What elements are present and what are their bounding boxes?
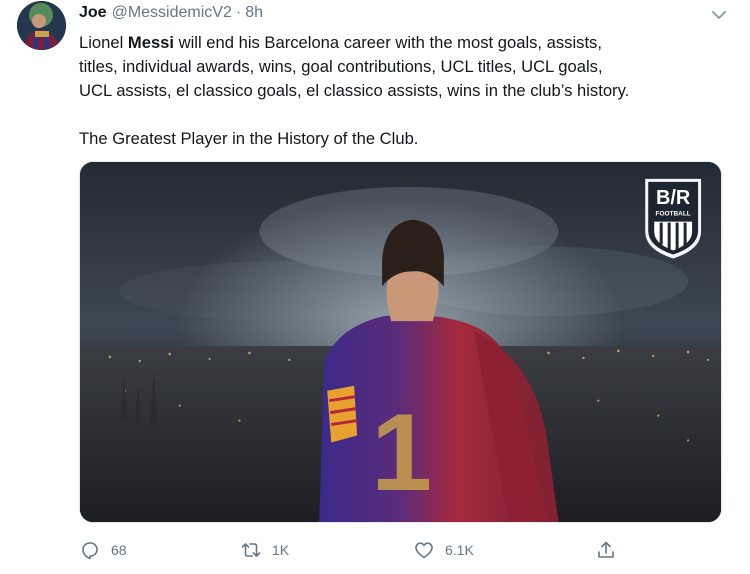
- reply-icon: [79, 539, 101, 561]
- jersey-number: 1: [371, 392, 432, 514]
- like-button[interactable]: 6.1K: [413, 536, 474, 564]
- tweet-text-line: titles, individual awards, wins, goal co…: [79, 57, 603, 76]
- reply-button[interactable]: 68: [79, 536, 127, 564]
- avatar[interactable]: [17, 1, 66, 50]
- tweet-text-line: UCL assists, el classico goals, el class…: [79, 81, 630, 100]
- tweet-text: Lionel Messi will end his Barcelona care…: [79, 31, 729, 151]
- tweet-text-line: The Greatest Player in the History of th…: [79, 129, 419, 148]
- reply-count: 68: [111, 542, 127, 558]
- separator-dot: ·: [235, 4, 242, 21]
- tweet-actions: 68 1K 6.1K: [79, 536, 722, 564]
- like-icon: [413, 539, 435, 561]
- retweet-icon: [240, 539, 262, 561]
- tweet-header: Joe @MessidemicV2 · 8h: [79, 4, 263, 24]
- author-name[interactable]: Joe: [79, 4, 107, 22]
- br-football-logo: B/R FOOTBALL: [645, 178, 702, 259]
- logo-text: B/R: [656, 187, 690, 209]
- retweet-count: 1K: [272, 542, 290, 558]
- tweet[interactable]: Joe @MessidemicV2 · 8h Lionel Messi will…: [0, 0, 750, 574]
- retweet-button[interactable]: 1K: [240, 536, 289, 564]
- share-icon: [595, 539, 617, 561]
- tweet-text-line: Lionel Messi will end his Barcelona care…: [79, 33, 602, 52]
- mention-bold: Messi: [127, 33, 175, 52]
- share-button[interactable]: [595, 536, 617, 564]
- author-handle[interactable]: @MessidemicV2: [112, 4, 232, 22]
- chevron-down-icon[interactable]: [708, 4, 730, 26]
- tweet-image[interactable]: 1 B/R FOOTBALL: [79, 161, 722, 523]
- logo-subtext: FOOTBALL: [656, 211, 691, 218]
- tweet-timestamp[interactable]: 8h: [245, 4, 263, 22]
- like-count: 6.1K: [445, 542, 474, 558]
